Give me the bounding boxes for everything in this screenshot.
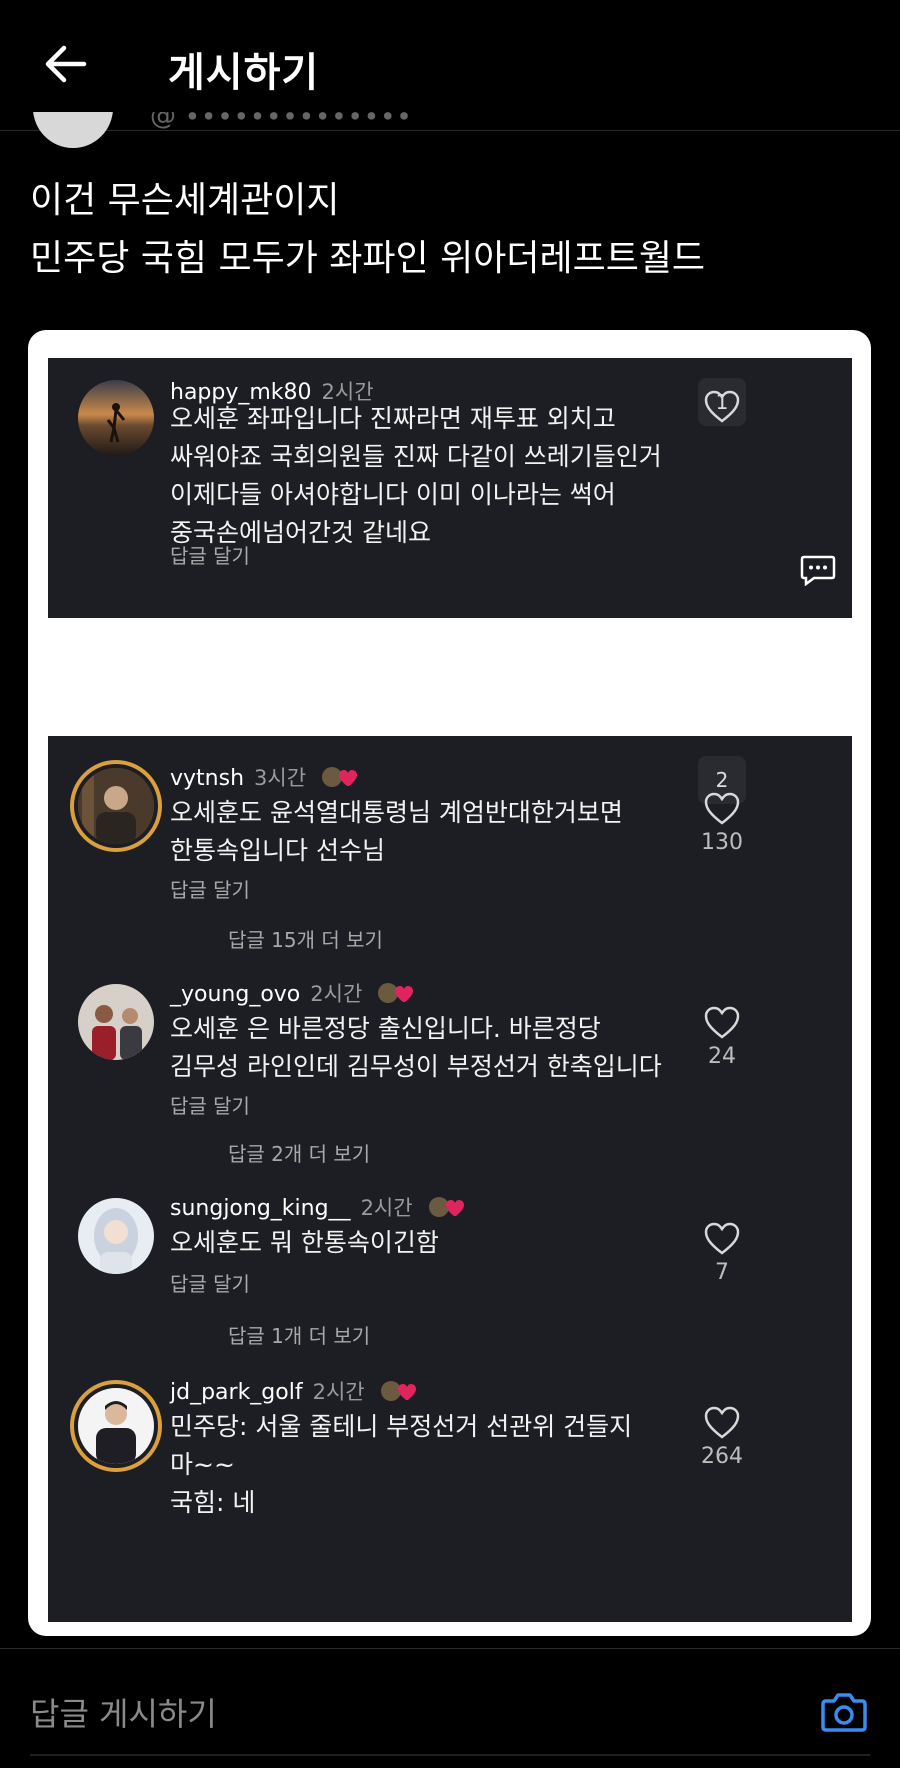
avatar: [78, 380, 154, 456]
comment-text: 오세훈도 뭐 한통속이긴함: [170, 1228, 439, 1257]
avatar: [78, 1388, 154, 1464]
heart-icon[interactable]: [704, 1222, 740, 1256]
like-count: 130: [701, 830, 743, 855]
comment-time: 2시간: [360, 1196, 413, 1220]
post-image[interactable]: happy_mk80 2시간 오세훈 좌파입니다 진짜라면 재투표 외치고 싸워야…: [28, 330, 871, 1636]
comment-time: 2시간: [310, 982, 363, 1006]
reply-button[interactable]: 답글 달기: [170, 1090, 250, 1119]
camera-icon[interactable]: [820, 1689, 868, 1733]
comment-username[interactable]: sungjong_king__ 2시간: [170, 1192, 464, 1222]
like-count: 7: [715, 1260, 729, 1285]
post-line: 이건 무슨세계관이지: [30, 180, 340, 221]
chat-bubble-icon[interactable]: [800, 554, 836, 586]
avatar: [78, 768, 154, 844]
comment-time: 3시간: [254, 766, 307, 790]
comment-username[interactable]: jd_park_golf 2시간: [170, 1376, 416, 1406]
view-more-replies[interactable]: 답글 15개 더 보기: [228, 924, 383, 953]
comment-screenshot-1: happy_mk80 2시간 오세훈 좌파입니다 진짜라면 재투표 외치고 싸워야…: [48, 358, 852, 618]
avatar: [78, 1198, 154, 1274]
heart-icon[interactable]: [704, 1006, 740, 1040]
comment-text: 민주당: 서울 줄테니 부정선거 선관위 건들지 마~~ 국힘: 네: [170, 1412, 633, 1517]
comment-username[interactable]: vytnsh 3시간: [170, 762, 358, 792]
creator-heart-icon: [380, 1381, 416, 1401]
view-more-replies[interactable]: 답글 2개 더 보기: [228, 1138, 370, 1167]
creator-heart-icon: [428, 1197, 464, 1217]
creator-heart-icon: [322, 767, 358, 787]
heart-icon[interactable]: [704, 390, 740, 424]
like-count: 264: [701, 1444, 743, 1469]
author-avatar[interactable]: [33, 112, 113, 148]
post-body: 이건 무슨세계관이지 민주당 국힘 모두가 좌파인 위아더레프트월드: [30, 172, 705, 288]
reply-button[interactable]: 답글 달기: [170, 1268, 250, 1297]
post-line: 민주당 국힘 모두가 좌파인 위아더레프트월드: [30, 238, 706, 279]
like-count: 24: [708, 1044, 736, 1069]
back-arrow-icon[interactable]: [42, 44, 88, 84]
view-more-replies[interactable]: 답글 1개 더 보기: [228, 1320, 370, 1349]
reply-button[interactable]: 답글 달기: [170, 874, 250, 903]
top-bar: 게시하기: [0, 0, 900, 131]
author-handle[interactable]: @ ∙∙∙∙∙∙∙∙∙∙∙∙∙∙: [150, 112, 412, 134]
avatar: [78, 984, 154, 1060]
divider: [30, 1754, 870, 1756]
creator-heart-icon: [378, 983, 414, 1003]
comment-text: 오세훈 좌파입니다 진짜라면 재투표 외치고 싸워야죠 국회의원들 진짜 다같이…: [170, 404, 662, 547]
comment-text: 오세훈 은 바른정당 출신입니다. 바른정당 김무성 라인인데 김무성이 부정선…: [170, 1014, 662, 1081]
heart-icon[interactable]: [704, 1406, 740, 1440]
comment-username[interactable]: _young_ovo 2시간: [170, 978, 414, 1008]
comment-text: 오세훈도 윤석열대통령님 계엄반대한거보면 한통속입니다 선수님: [170, 798, 623, 865]
page-title: 게시하기: [168, 50, 320, 96]
reply-input[interactable]: 답글 게시하기: [30, 1689, 217, 1735]
reply-composer: 답글 게시하기: [0, 1648, 900, 1768]
reply-button[interactable]: 답글 달기: [170, 540, 250, 569]
comment-time: 2시간: [312, 1380, 365, 1404]
comment-screenshot-2: 2 vytnsh 3시간 오세훈도 윤석열대통령님 계엄반대한거보면 한통속입니다…: [48, 736, 852, 1622]
heart-icon[interactable]: [704, 792, 740, 826]
